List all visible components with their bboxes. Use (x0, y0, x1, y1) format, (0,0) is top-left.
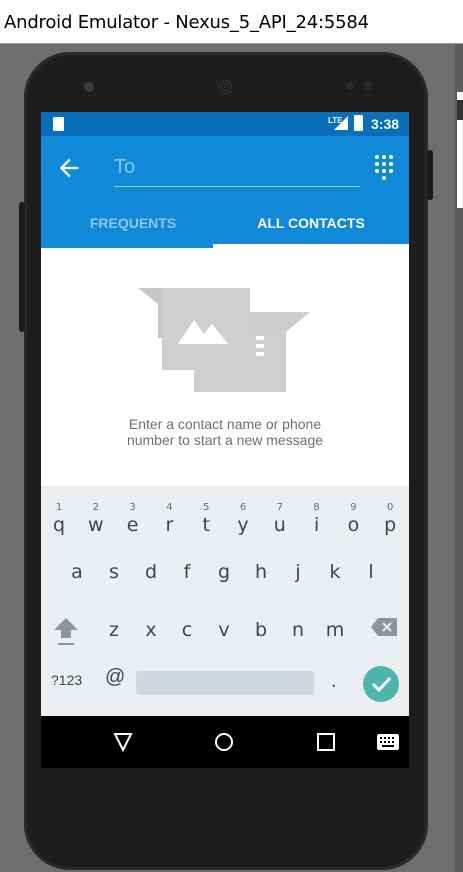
enter-key[interactable] (363, 666, 399, 702)
symbols-key[interactable]: ?123 (51, 672, 82, 688)
key-p[interactable]: 0p (372, 494, 408, 536)
key-c[interactable]: c (169, 610, 205, 650)
keyboard-icon[interactable] (377, 734, 399, 750)
light-sensor (364, 82, 372, 90)
nav-back-icon[interactable] (113, 732, 133, 752)
recipient-input[interactable]: To (114, 150, 360, 187)
volume-button[interactable] (19, 202, 25, 332)
empty-state-message: Enter a contact name or phone number to … (41, 416, 409, 448)
clock: 3:38 (371, 116, 400, 132)
at-key[interactable]: @ (105, 666, 125, 689)
device-screen: LTE 3:38 To FREQUENTS ALL CONTACTS Enter… (41, 112, 409, 768)
period-key[interactable]: . (331, 670, 337, 693)
battery-icon (354, 115, 363, 131)
power-button[interactable] (427, 150, 433, 200)
status-bar: LTE 3:38 (41, 112, 409, 136)
key-e[interactable]: 3e (115, 494, 151, 536)
key-j[interactable]: j (280, 552, 316, 592)
nav-home-icon[interactable] (214, 732, 234, 752)
compose-toolbar: To FREQUENTS ALL CONTACTS (41, 136, 409, 248)
space-key[interactable] (136, 671, 314, 695)
nav-recents-icon[interactable] (317, 733, 335, 751)
key-y[interactable]: 6y (225, 494, 261, 536)
key-n[interactable]: n (280, 610, 316, 650)
key-v[interactable]: v (206, 610, 242, 650)
earpiece-speaker (216, 78, 234, 96)
empty-state-line1: Enter a contact name or phone (128, 416, 322, 432)
key-d[interactable]: d (133, 552, 169, 592)
tab-indicator (213, 244, 409, 248)
key-h[interactable]: h (243, 552, 279, 592)
key-i[interactable]: 8i (299, 494, 335, 536)
dialpad-icon[interactable] (373, 154, 395, 180)
key-k[interactable]: k (317, 552, 353, 592)
key-b[interactable]: b (243, 610, 279, 650)
back-arrow-icon[interactable] (55, 154, 83, 182)
key-o[interactable]: 9o (335, 494, 371, 536)
check-icon (371, 676, 392, 693)
side-panel-edge (455, 44, 463, 872)
key-g[interactable]: g (206, 552, 242, 592)
key-u[interactable]: 7u (262, 494, 298, 536)
key-a[interactable]: a (59, 552, 95, 592)
tab-frequents[interactable]: FREQUENTS (41, 202, 225, 248)
key-l[interactable]: l (353, 552, 389, 592)
key-r[interactable]: 4r (151, 494, 187, 536)
recipient-placeholder: To (114, 156, 136, 178)
key-x[interactable]: x (133, 610, 169, 650)
key-s[interactable]: s (96, 552, 132, 592)
proximity-sensor (346, 82, 354, 90)
key-z[interactable]: z (96, 610, 132, 650)
soft-keyboard: 1q 2w 3e 4r 5t 6y 7u 8i 9o 0p a s d f g … (41, 486, 409, 716)
key-m[interactable]: m (317, 610, 353, 650)
shift-icon[interactable] (53, 616, 79, 646)
empty-contacts-illustration (138, 288, 310, 392)
key-w[interactable]: 2w (78, 494, 114, 536)
navigation-bar (41, 716, 409, 768)
key-t[interactable]: 5t (188, 494, 224, 536)
key-f[interactable]: f (169, 552, 205, 592)
window-title: Android Emulator - Nexus_5_API_24:5584 (4, 12, 369, 33)
window-titlebar: Android Emulator - Nexus_5_API_24:5584 (0, 0, 463, 44)
backspace-icon[interactable] (371, 618, 397, 636)
key-q[interactable]: 1q (41, 494, 77, 536)
empty-state-line2: number to start a new message (126, 432, 324, 448)
sim-icon (53, 117, 64, 131)
front-camera (84, 82, 94, 92)
signal-icon (334, 116, 348, 130)
tab-all-contacts[interactable]: ALL CONTACTS (213, 202, 409, 248)
